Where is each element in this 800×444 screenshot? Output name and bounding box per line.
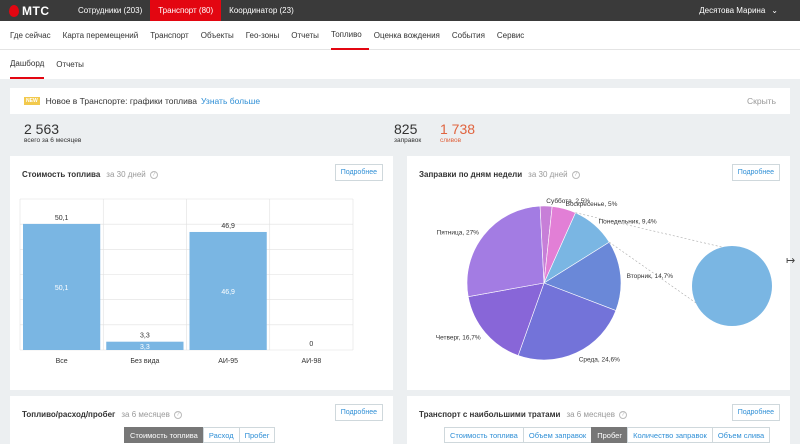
segment-refuel-count[interactable]: Количество заправок [627, 427, 713, 443]
top-tab-transport[interactable]: Транспорт (80) [150, 0, 222, 21]
pie-slice-label: Воскресенье, 5% [566, 201, 618, 208]
bar-value-label: 50,1 [55, 215, 69, 222]
bar-inner-label: 50,1 [55, 285, 69, 292]
mts-logo[interactable]: МТС [0, 0, 70, 21]
top-spenders-title: Транспорт с наибольшими тратами за 6 мес… [419, 410, 627, 419]
consumption-period: за 6 месяцев [121, 410, 170, 419]
nav-item-events[interactable]: События [452, 21, 492, 50]
drains-label: сливов [440, 137, 462, 144]
refuels-label: заправок [394, 137, 422, 144]
learn-more-link[interactable]: Узнать больше [201, 96, 260, 106]
segment-drain-volume[interactable]: Объем слива [711, 427, 771, 443]
mouse-cursor-icon: ↦ [786, 255, 796, 267]
consumption-title: Топливо/расход/пробег за 6 месяцев ? [22, 410, 182, 419]
user-name: Десятова Марина [699, 6, 766, 15]
nav-item-movement-map[interactable]: Карта перемещений [63, 21, 146, 50]
consumption-title-text: Топливо/расход/пробег [22, 410, 116, 419]
mts-egg-icon [9, 4, 19, 17]
pie-slice-label: Пятница, 27% [437, 229, 480, 236]
total-label: всего за 6 месяцев [24, 137, 82, 144]
total-stat: 2 563 всего за 6 месяцев [24, 121, 81, 144]
pie-slice-label: Вторник, 14,7% [627, 273, 674, 280]
nav-item-reports[interactable]: Отчеты [291, 21, 326, 50]
refuels-by-weekday-card: Заправки по дням недели за 30 дней ? Под… [407, 156, 790, 390]
total-value: 2 563 [24, 121, 60, 137]
main-nav: Где сейчас Карта перемещений Транспорт О… [0, 21, 800, 50]
drilldown-circle [692, 246, 772, 326]
segment-refuel-volume[interactable]: Объем заправок [522, 427, 593, 443]
logo-text: МТС [22, 3, 50, 18]
nav-item-fuel[interactable]: Топливо [330, 21, 369, 50]
category-tick-label: АИ-95 [218, 358, 238, 365]
consumption-segmented-control: Стоимость топлива Расход Пробег [124, 427, 276, 443]
top-tab-coordinator[interactable]: Координатор (23) [221, 0, 302, 21]
top-spenders-card: Транспорт с наибольшими тратами за 6 мес… [407, 396, 790, 444]
tab-reports[interactable]: Отчеты [56, 50, 84, 79]
bar-value-label: 46,9 [221, 223, 235, 230]
top-tab-employees[interactable]: Сотрудники (203) [70, 0, 150, 21]
chevron-down-icon: ⌄ [771, 6, 778, 15]
drains-stat: 1 738 сливов [440, 121, 475, 144]
nav-item-geozones[interactable]: Гео-зоны [246, 21, 287, 50]
help-icon[interactable]: ? [173, 410, 182, 419]
pie-slice-label: Среда, 24,6% [579, 356, 620, 363]
fuel-cost-bar-chart: 50,1 50,1 Все 3,3 3,3 Без вида 46,9 46,9 АИ-95 0 А… [19, 198, 354, 365]
banner-text: Новое в Транспорте: графики топлива [45, 96, 197, 106]
nav-item-service[interactable]: Сервис [497, 21, 531, 50]
user-menu[interactable]: Десятова Марина ⌄ [699, 0, 800, 21]
tab-dashboard[interactable]: Дашборд [10, 50, 45, 79]
bar-value-label: 3,3 [140, 333, 150, 340]
top-spenders-segmented-control: Стоимость топлива Объем заправок Пробег … [444, 427, 771, 443]
pie-slice-label: Четверг, 16,7% [436, 335, 481, 342]
segment-fuel-cost[interactable]: Стоимость топлива [444, 427, 524, 443]
consumption-more-button[interactable]: Подробнее [334, 404, 383, 421]
sub-nav: Дашборд Отчеты [0, 50, 800, 79]
segment-fuel-cost[interactable]: Стоимость топлива [124, 427, 204, 443]
refuels-weekday-pie-chart: Понедельник, 9,4% Вторник, 14,7% Среда, 24… [436, 197, 772, 363]
fuel-consumption-card: Топливо/расход/пробег за 6 месяцев ? Под… [10, 396, 393, 444]
nav-item-where-now[interactable]: Где сейчас [10, 21, 58, 50]
segment-mileage[interactable]: Пробег [591, 427, 629, 443]
fuel-cost-card: Стоимость топлива за 30 дней ? Подробнее… [10, 156, 393, 390]
new-badge: NEW [24, 97, 40, 105]
nav-item-transport[interactable]: Транспорт [150, 21, 195, 50]
top-bar: МТС Сотрудники (203) Транспорт (80) Коор… [0, 0, 800, 21]
top-spenders-more-button[interactable]: Подробнее [731, 404, 780, 421]
drains-value: 1 738 [440, 121, 476, 137]
segment-mileage[interactable]: Пробег [238, 427, 276, 443]
bar-inner-label: 46,9 [221, 289, 235, 296]
refuels-value: 825 [394, 121, 418, 137]
bar-value-label: 0 [309, 341, 313, 348]
category-tick-label: АИ-98 [301, 358, 321, 365]
top-spenders-period: за 6 месяцев [566, 410, 615, 419]
category-tick-label: Все [56, 358, 68, 365]
pie-slice-label: Понедельник, 9,4% [599, 218, 657, 225]
category-tick-label: Без вида [130, 358, 159, 365]
pie-slice-4 [466, 205, 545, 298]
nav-item-objects[interactable]: Объекты [201, 21, 241, 50]
segment-consumption[interactable]: Расход [202, 427, 240, 443]
refuels-stat: 825 заправок [394, 121, 421, 144]
bar-inner-label: 3,3 [140, 344, 150, 351]
help-icon[interactable]: ? [618, 410, 627, 419]
hide-banner-button[interactable]: Скрыть [747, 96, 776, 106]
nav-item-driving-score[interactable]: Оценка вождения [374, 21, 447, 50]
news-banner: NEW Новое в Транспорте: графики топлива … [10, 88, 790, 114]
top-spenders-title-text: Транспорт с наибольшими тратами [419, 410, 561, 419]
